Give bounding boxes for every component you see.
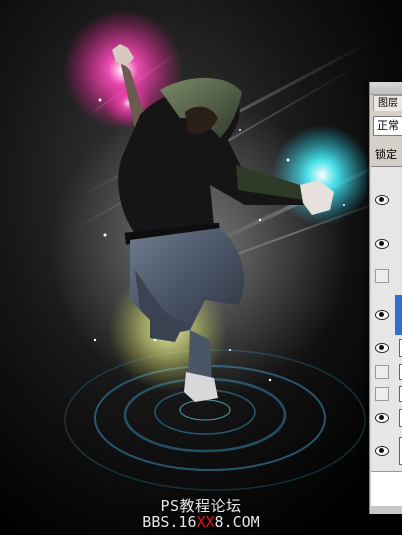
eye-icon	[375, 239, 389, 249]
selection-highlight	[395, 295, 402, 335]
panel-scrollbar[interactable]	[370, 506, 402, 514]
layer-row[interactable]	[371, 383, 402, 406]
layer-row[interactable]	[371, 361, 402, 384]
layer-row[interactable]	[371, 431, 402, 472]
visibility-toggle[interactable]	[375, 411, 389, 425]
layer-row[interactable]	[371, 335, 402, 362]
visibility-toggle[interactable]	[375, 308, 389, 322]
visibility-toggle[interactable]	[375, 237, 389, 251]
eye-icon	[375, 446, 389, 456]
tab-layers[interactable]: 图层	[373, 95, 402, 111]
eye-icon	[375, 413, 389, 423]
layers-panel: 图层 正常 锁定	[369, 82, 402, 514]
watermark-url-prefix: BBS.16	[142, 513, 197, 531]
visibility-toggle[interactable]	[375, 444, 389, 458]
eye-icon	[375, 195, 389, 205]
watermark-url-red: XX	[196, 513, 215, 531]
visibility-toggle[interactable]	[375, 341, 389, 355]
artwork-canvas	[0, 0, 402, 535]
layer-row[interactable]	[371, 405, 402, 432]
visibility-toggle-off[interactable]	[375, 387, 389, 401]
eye-icon	[375, 343, 389, 353]
layer-row[interactable]	[371, 257, 402, 296]
panel-titlebar[interactable]	[370, 82, 402, 95]
eye-icon	[375, 310, 389, 320]
visibility-toggle[interactable]	[375, 193, 389, 207]
layer-row-selected[interactable]	[371, 295, 402, 336]
layer-row[interactable]	[371, 227, 402, 258]
watermark-url-suffix: 8.COM	[214, 513, 260, 531]
visibility-toggle-off[interactable]	[375, 365, 389, 379]
watermark-url: BBS.16XX8.COM	[0, 513, 402, 531]
layer-row[interactable]	[371, 167, 402, 228]
lock-label: 锁定	[375, 148, 397, 161]
layer-list	[371, 166, 402, 507]
visibility-toggle-off[interactable]	[375, 269, 389, 283]
blend-mode-select[interactable]: 正常	[373, 116, 402, 136]
